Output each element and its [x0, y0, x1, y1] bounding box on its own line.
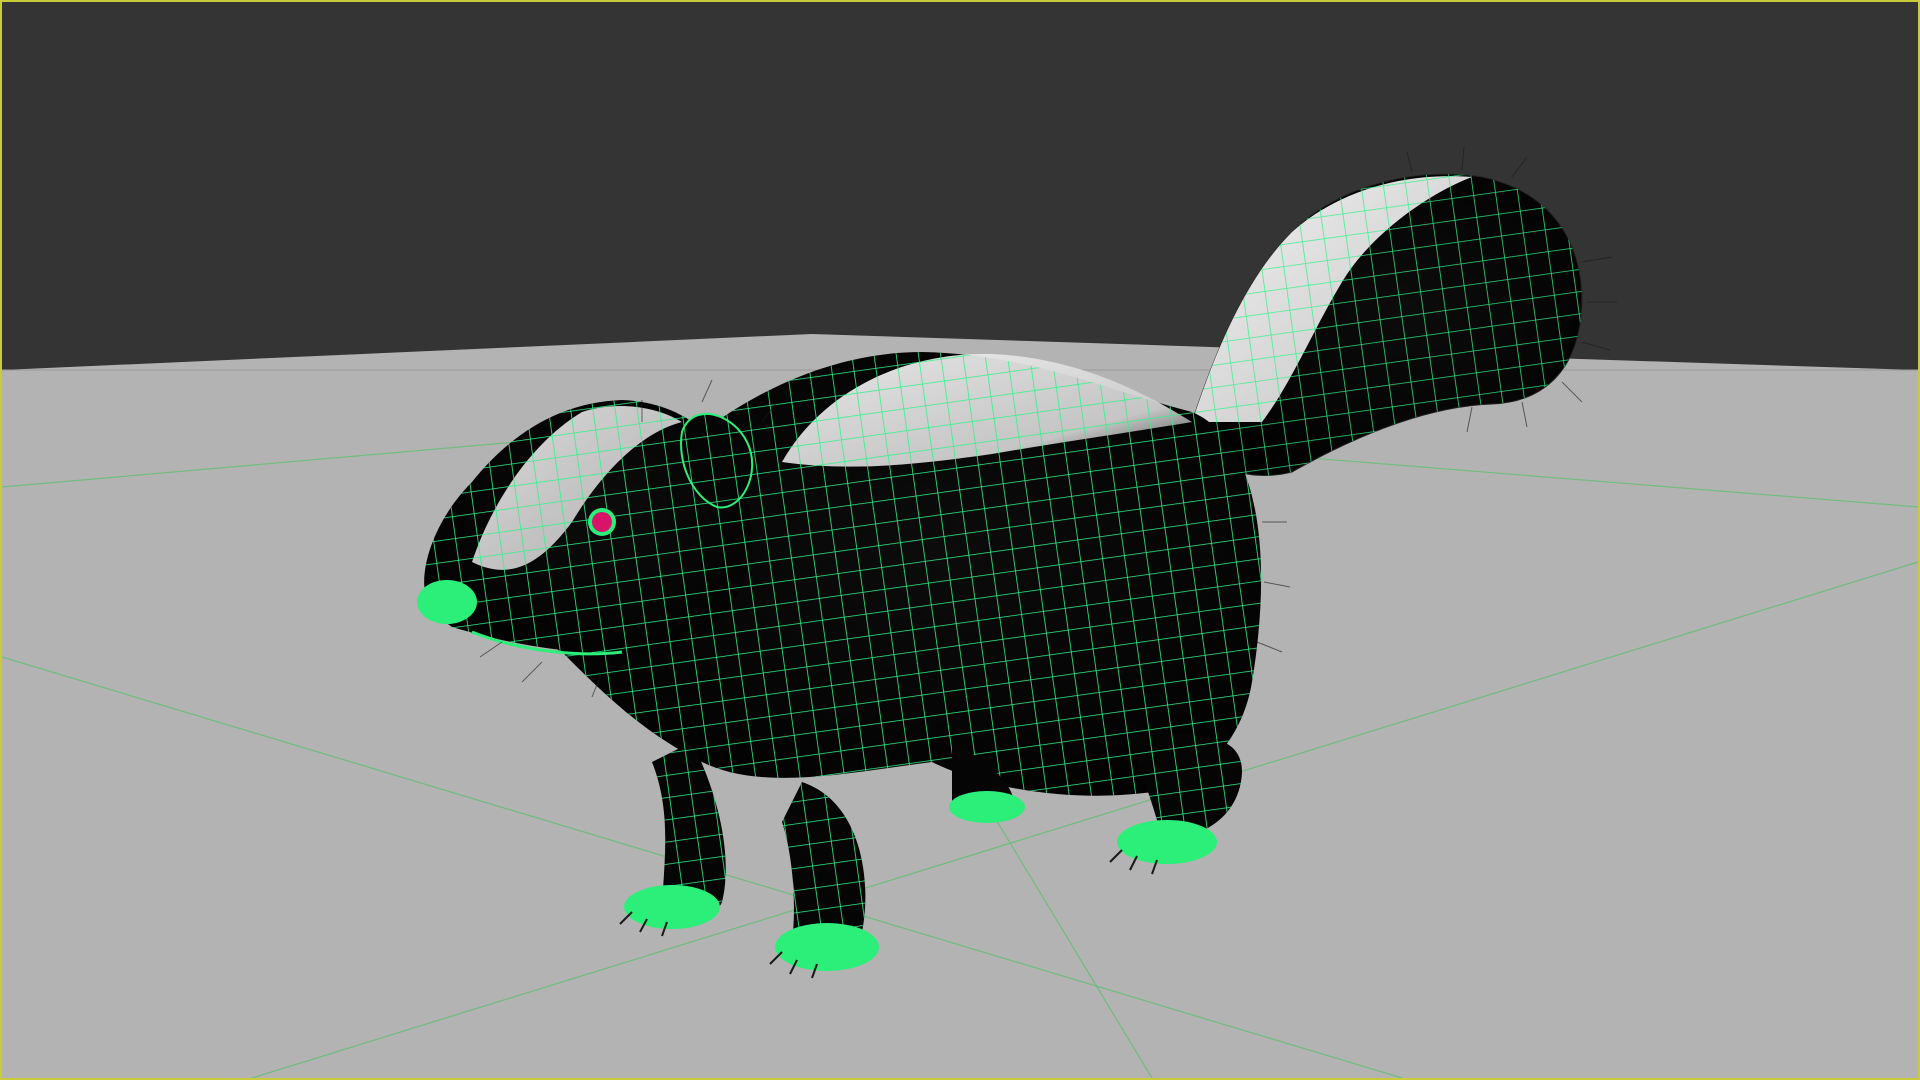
skunk-nose: [417, 580, 477, 624]
viewport-3d[interactable]: [0, 0, 1920, 1080]
viewport-canvas[interactable]: [2, 2, 1918, 1078]
